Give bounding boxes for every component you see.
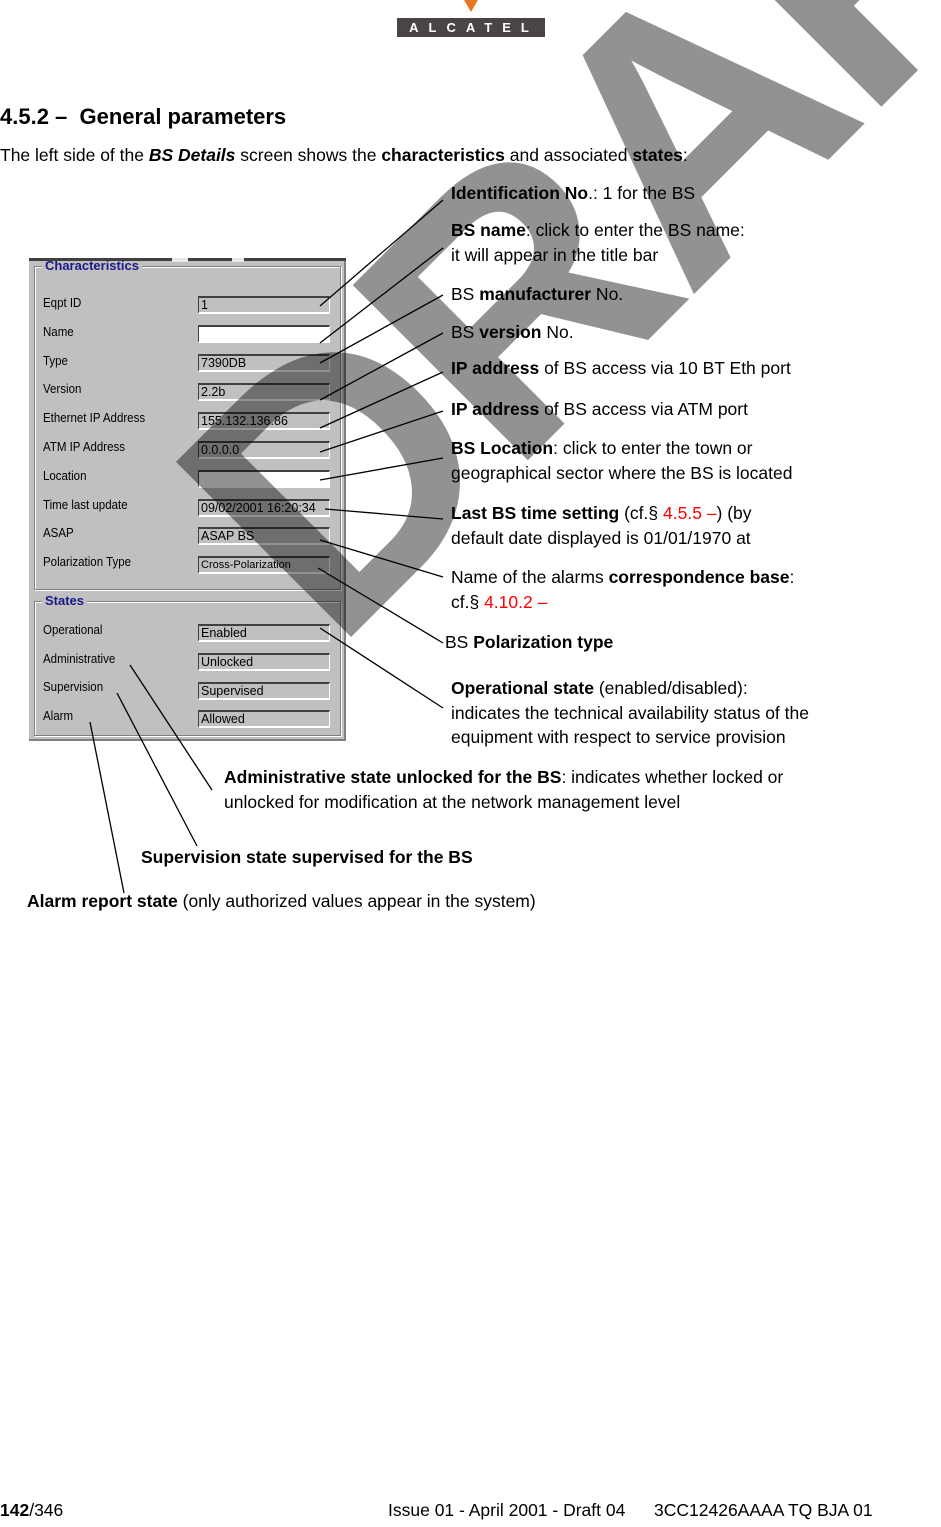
note-location: BS Location: click to enter the town or g… (451, 438, 793, 483)
alcatel-logo: ALCATEL (397, 18, 545, 37)
reference-link[interactable]: 4.5.5 – (663, 503, 717, 523)
eqpt-id-field: 1 (198, 296, 330, 314)
label-type: Type (43, 354, 68, 368)
reference-link[interactable]: 4.10.2 – (484, 592, 547, 612)
intro-text: and associated (504, 145, 633, 165)
note-supervision: Supervision state supervised for the BS (141, 847, 473, 867)
note-administrative: Administrative state unlocked for the BS… (224, 767, 784, 812)
bs-details-panel: Characteristics States Eqpt ID 1 Name Ty… (29, 258, 346, 741)
polarization-type-field: Cross-Polarization (198, 556, 330, 574)
name-input[interactable] (198, 325, 330, 343)
label-location: Location (43, 469, 87, 483)
location-input[interactable] (198, 470, 330, 488)
leader-line-alarm (89, 721, 125, 894)
note-correspondence-base: Name of the alarms correspondence base: c… (451, 567, 795, 612)
intro-text: screen shows the (235, 145, 382, 165)
document-reference: 3CC12426AAAA TQ BJA 01 (654, 1500, 873, 1520)
note-version: BS version No. (451, 322, 574, 342)
label-polarization-type: Polarization Type (43, 555, 132, 569)
intro-paragraph: The left side of the BS Details screen s… (0, 145, 688, 166)
label-time-last-update: Time last update (43, 498, 128, 512)
label-version: Version (43, 382, 82, 396)
intro-text: : (682, 145, 688, 165)
intro-bold: states (632, 145, 683, 165)
note-operational: Operational state (enabled/disabled): ind… (451, 678, 809, 747)
administrative-field: Unlocked (198, 653, 330, 671)
note-alarm: Alarm report state (only authorized valu… (27, 891, 536, 911)
intro-text: The left side of the (0, 145, 149, 165)
atm-ip-field: 0.0.0.0 (198, 441, 330, 459)
intro-bold: characteristics (381, 145, 505, 165)
note-manufacturer: BS manufacturer No. (451, 284, 624, 304)
dialog-notch (172, 258, 188, 262)
supervision-field: Supervised (198, 682, 330, 700)
label-name: Name (43, 325, 74, 339)
label-alarm: Alarm (43, 709, 74, 723)
page-number: 142/346 (0, 1500, 64, 1520)
asap-field: ASAP BS (198, 527, 330, 545)
note-polarization: BS Polarization type (445, 632, 614, 652)
label-asap: ASAP (43, 526, 74, 540)
dialog-notch (232, 258, 244, 262)
label-administrative: Administrative (43, 652, 116, 666)
time-last-update-field: 09/02/2001 16:20:34 (198, 499, 330, 517)
section-heading: 4.5.2 – General parameters (0, 104, 287, 129)
label-ethernet-ip: Ethernet IP Address (43, 411, 146, 425)
note-bs-name: BS name: click to enter the BS name: it w… (451, 220, 745, 265)
issue-info: Issue 01 - April 2001 - Draft 04 (388, 1500, 626, 1520)
note-time-setting: Last BS time setting (cf.§ 4.5.5 –) (by d… (451, 503, 752, 548)
ethernet-ip-field: 155.132.136.86 (198, 412, 330, 430)
note-atm-ip: IP address of BS access via ATM port (451, 399, 748, 419)
label-operational: Operational (43, 623, 103, 637)
operational-field: Enabled (198, 624, 330, 642)
type-field: 7390DB (198, 354, 330, 372)
label-atm-ip: ATM IP Address (43, 440, 126, 454)
states-title: States (42, 593, 88, 608)
version-field: 2.2b (198, 383, 330, 401)
alarm-field: Allowed (198, 710, 330, 728)
screen-name: BS Details (148, 145, 236, 165)
label-supervision: Supervision (43, 680, 104, 694)
logo-triangle-icon (464, 0, 478, 12)
label-eqpt-id: Eqpt ID (43, 296, 82, 310)
note-eth-ip: IP address of BS access via 10 BT Eth po… (451, 358, 791, 378)
note-identification: Identification No.: 1 for the BS (451, 183, 696, 203)
